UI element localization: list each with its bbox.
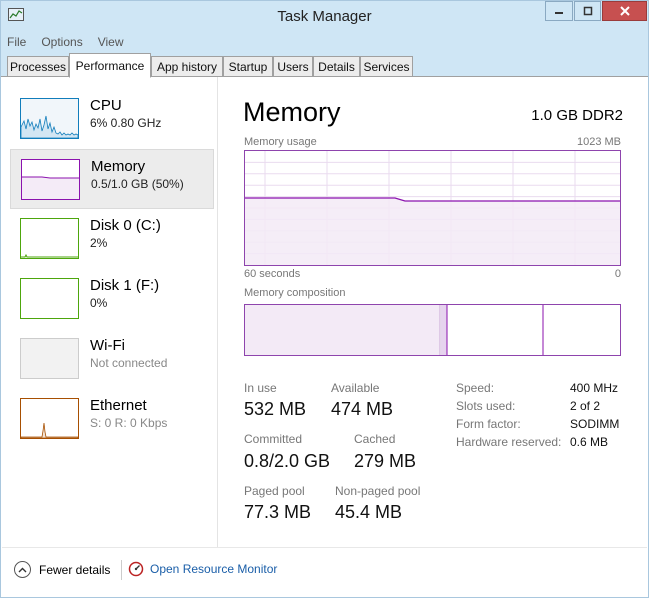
- resource-monitor-icon: [128, 561, 144, 577]
- tab-app-history[interactable]: App history: [151, 56, 223, 77]
- memory-detail-pane: Memory 1.0 GB DDR2 Memory usage 1023 MB: [219, 77, 647, 547]
- sidebar-item-wifi[interactable]: Wi-Fi Not connected: [10, 329, 214, 389]
- paged-pool-label: Paged pool: [244, 484, 305, 498]
- minimize-icon: [555, 12, 563, 14]
- memory-usage-graph: [244, 150, 621, 266]
- cached-label: Cached: [354, 432, 396, 446]
- in-use-label: In use: [244, 381, 277, 395]
- task-manager-window: Task Manager File Options View Processes…: [0, 0, 649, 598]
- sidebar-item-name: Wi-Fi: [90, 337, 125, 354]
- sidebar-item-name: Ethernet: [90, 397, 147, 414]
- tab-processes[interactable]: Processes: [7, 56, 69, 77]
- sidebar-item-memory[interactable]: Memory 0.5/1.0 GB (50%): [10, 149, 214, 209]
- ethernet-thumbnail-graph: [20, 398, 79, 439]
- sidebar-item-disk-1[interactable]: Disk 1 (F:) 0%: [10, 269, 214, 329]
- tab-performance[interactable]: Performance: [69, 53, 151, 78]
- tab-users[interactable]: Users: [273, 56, 313, 77]
- form-factor-label: Form factor:: [456, 417, 521, 431]
- memory-thumbnail-graph: [21, 159, 80, 200]
- title-bar: Task Manager: [1, 1, 648, 32]
- disk-0-thumbnail-graph: [20, 218, 79, 259]
- memory-spec: 1.0 GB DDR2: [531, 107, 623, 124]
- memory-composition-label: Memory composition: [244, 287, 346, 299]
- memory-composition-bar: [244, 304, 621, 356]
- menu-options[interactable]: Options: [41, 35, 82, 49]
- footer-divider: [121, 560, 122, 580]
- sidebar-item-detail: 2%: [90, 236, 108, 250]
- tab-startup[interactable]: Startup: [223, 56, 273, 77]
- tab-strip: Processes Performance App history Startu…: [1, 52, 648, 78]
- close-button[interactable]: [602, 1, 647, 21]
- resource-sidebar: CPU 6% 0.80 GHz Memory 0.5/1.0 GB (50%): [2, 77, 218, 547]
- disk-1-thumbnail-graph: [20, 278, 79, 319]
- menu-file[interactable]: File: [7, 35, 26, 49]
- slots-used-label: Slots used:: [456, 399, 516, 413]
- slots-used-value: 2 of 2: [570, 399, 601, 413]
- available-value: 474 MB: [331, 399, 394, 419]
- sidebar-item-detail: 6% 0.80 GHz: [90, 116, 162, 130]
- wifi-thumbnail-graph: [20, 338, 79, 379]
- minimize-button[interactable]: [545, 1, 573, 21]
- tab-services[interactable]: Services: [360, 56, 413, 77]
- sidebar-item-detail: 0%: [90, 296, 108, 310]
- sidebar-item-name: Disk 1 (F:): [90, 277, 160, 294]
- footer-bar: Fewer details Open Resource Monitor: [2, 547, 647, 597]
- maximize-button[interactable]: [574, 1, 601, 21]
- graph-time-right: 0: [614, 268, 621, 280]
- memory-usage-max: 1023 MB: [576, 136, 621, 148]
- page-title: Memory: [243, 97, 341, 127]
- form-factor-value: SODIMM: [570, 417, 620, 431]
- cached-value: 279 MB: [354, 451, 417, 471]
- sidebar-item-ethernet[interactable]: Ethernet S: 0 R: 0 Kbps: [10, 389, 214, 449]
- sidebar-item-detail: Not connected: [90, 356, 168, 370]
- paged-pool-value: 77.3 MB: [244, 502, 312, 522]
- close-icon: [619, 6, 630, 16]
- committed-value: 0.8/2.0 GB: [244, 451, 331, 471]
- open-resource-monitor-link[interactable]: Open Resource Monitor: [128, 561, 277, 577]
- non-paged-pool-label: Non-paged pool: [335, 484, 421, 498]
- open-resource-monitor-label: Open Resource Monitor: [150, 562, 278, 576]
- in-use-value: 532 MB: [244, 399, 307, 419]
- committed-label: Committed: [244, 432, 303, 446]
- cpu-thumbnail-graph: [20, 98, 79, 139]
- non-paged-pool-value: 45.4 MB: [335, 502, 403, 522]
- chevron-up-icon: [14, 561, 31, 578]
- sidebar-item-name: Memory: [91, 158, 146, 175]
- fewer-details-label: Fewer details: [39, 562, 111, 577]
- sidebar-item-cpu[interactable]: CPU 6% 0.80 GHz: [10, 89, 214, 149]
- hardware-reserved-label: Hardware reserved:: [456, 435, 562, 449]
- sidebar-item-name: Disk 0 (C:): [90, 217, 161, 234]
- performance-panel: CPU 6% 0.80 GHz Memory 0.5/1.0 GB (50%): [2, 77, 647, 547]
- sidebar-item-detail: 0.5/1.0 GB (50%): [91, 177, 184, 191]
- menu-bar: File Options View: [1, 32, 648, 52]
- sidebar-item-detail: S: 0 R: 0 Kbps: [90, 416, 168, 430]
- menu-view[interactable]: View: [98, 35, 124, 49]
- graph-time-left: 60 seconds: [244, 268, 301, 280]
- tab-details[interactable]: Details: [313, 56, 360, 77]
- hardware-reserved-value: 0.6 MB: [570, 435, 609, 449]
- maximize-icon: [583, 6, 592, 16]
- speed-label: Speed:: [456, 381, 495, 395]
- memory-usage-label: Memory usage: [244, 136, 317, 148]
- sidebar-item-disk-0[interactable]: Disk 0 (C:) 2%: [10, 209, 214, 269]
- available-label: Available: [331, 381, 380, 395]
- speed-value: 400 MHz: [570, 381, 619, 395]
- fewer-details-button[interactable]: Fewer details: [14, 561, 110, 578]
- sidebar-item-name: CPU: [90, 97, 122, 114]
